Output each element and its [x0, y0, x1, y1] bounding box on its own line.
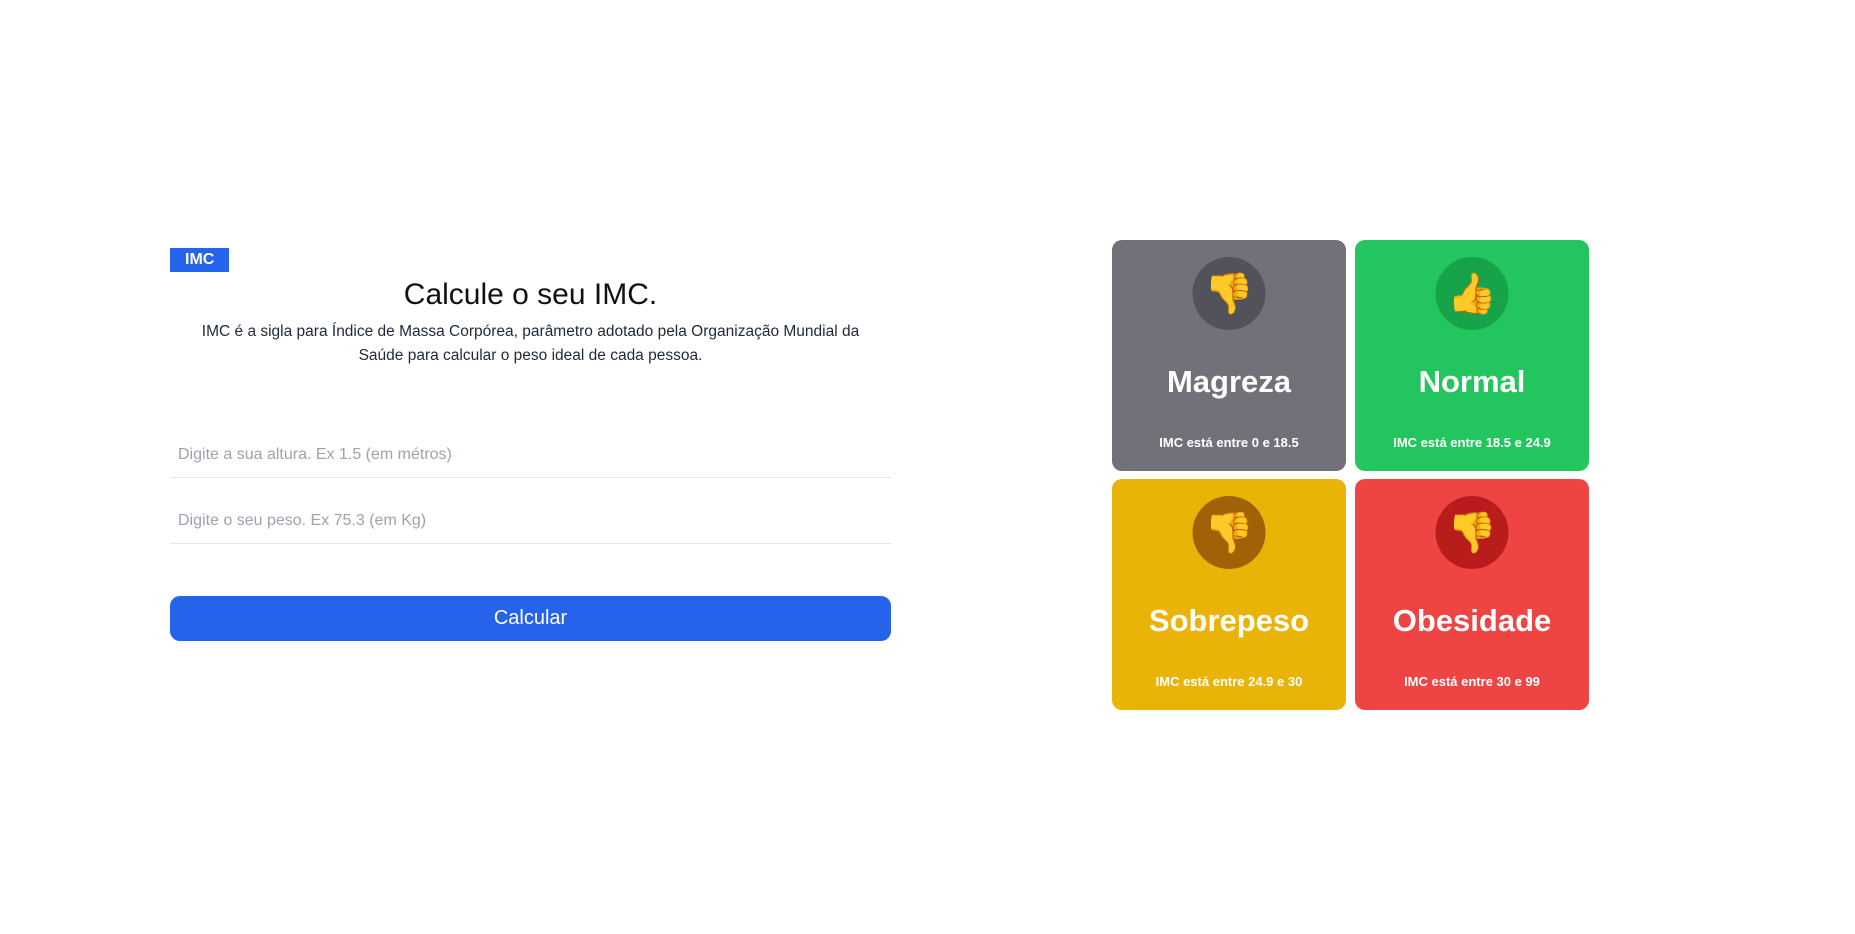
category-range: IMC está entre 24.9 e 30 — [1155, 674, 1303, 689]
page-title: Calcule o seu IMC. — [403, 278, 658, 311]
category-card-normal: 👍 Normal IMC está entre 18.5 e 24.9 — [1355, 240, 1589, 471]
thumbs-down-icon: 👎 — [1435, 496, 1509, 569]
category-card-sobrepeso: 👎 Sobrepeso IMC está entre 24.9 e 30 — [1112, 479, 1346, 710]
imc-badge: IMC — [170, 248, 230, 272]
calculate-button[interactable]: Calcular — [170, 596, 891, 641]
category-range: IMC está entre 18.5 e 24.9 — [1393, 435, 1551, 450]
weight-input[interactable] — [170, 498, 891, 544]
thumbs-down-icon: 👎 — [1192, 496, 1266, 569]
category-range: IMC está entre 0 e 18.5 — [1159, 435, 1299, 450]
category-range: IMC está entre 30 e 99 — [1404, 674, 1540, 689]
height-input[interactable] — [170, 432, 891, 478]
category-title: Magreza — [1166, 364, 1292, 399]
input-group — [170, 432, 891, 544]
imc-categories-grid: 👎 Magreza IMC está entre 0 e 18.5 👍 Norm… — [1112, 240, 1590, 710]
category-title: Obesidade — [1392, 603, 1552, 638]
category-card-obesidade: 👎 Obesidade IMC está entre 30 e 99 — [1355, 479, 1589, 710]
thumbs-down-icon: 👎 — [1192, 257, 1266, 330]
thumbs-up-icon: 👍 — [1435, 257, 1509, 330]
category-title: Sobrepeso — [1148, 603, 1310, 638]
description-text: IMC é a sigla para Índice de Massa Corpó… — [201, 323, 860, 364]
category-title: Normal — [1418, 364, 1526, 399]
calculator-panel: IMC Calcule o seu IMC. IMC é a sigla par… — [170, 248, 891, 641]
page: IMC Calcule o seu IMC. IMC é a sigla par… — [0, 0, 1855, 934]
category-card-magreza: 👎 Magreza IMC está entre 0 e 18.5 — [1112, 240, 1346, 471]
